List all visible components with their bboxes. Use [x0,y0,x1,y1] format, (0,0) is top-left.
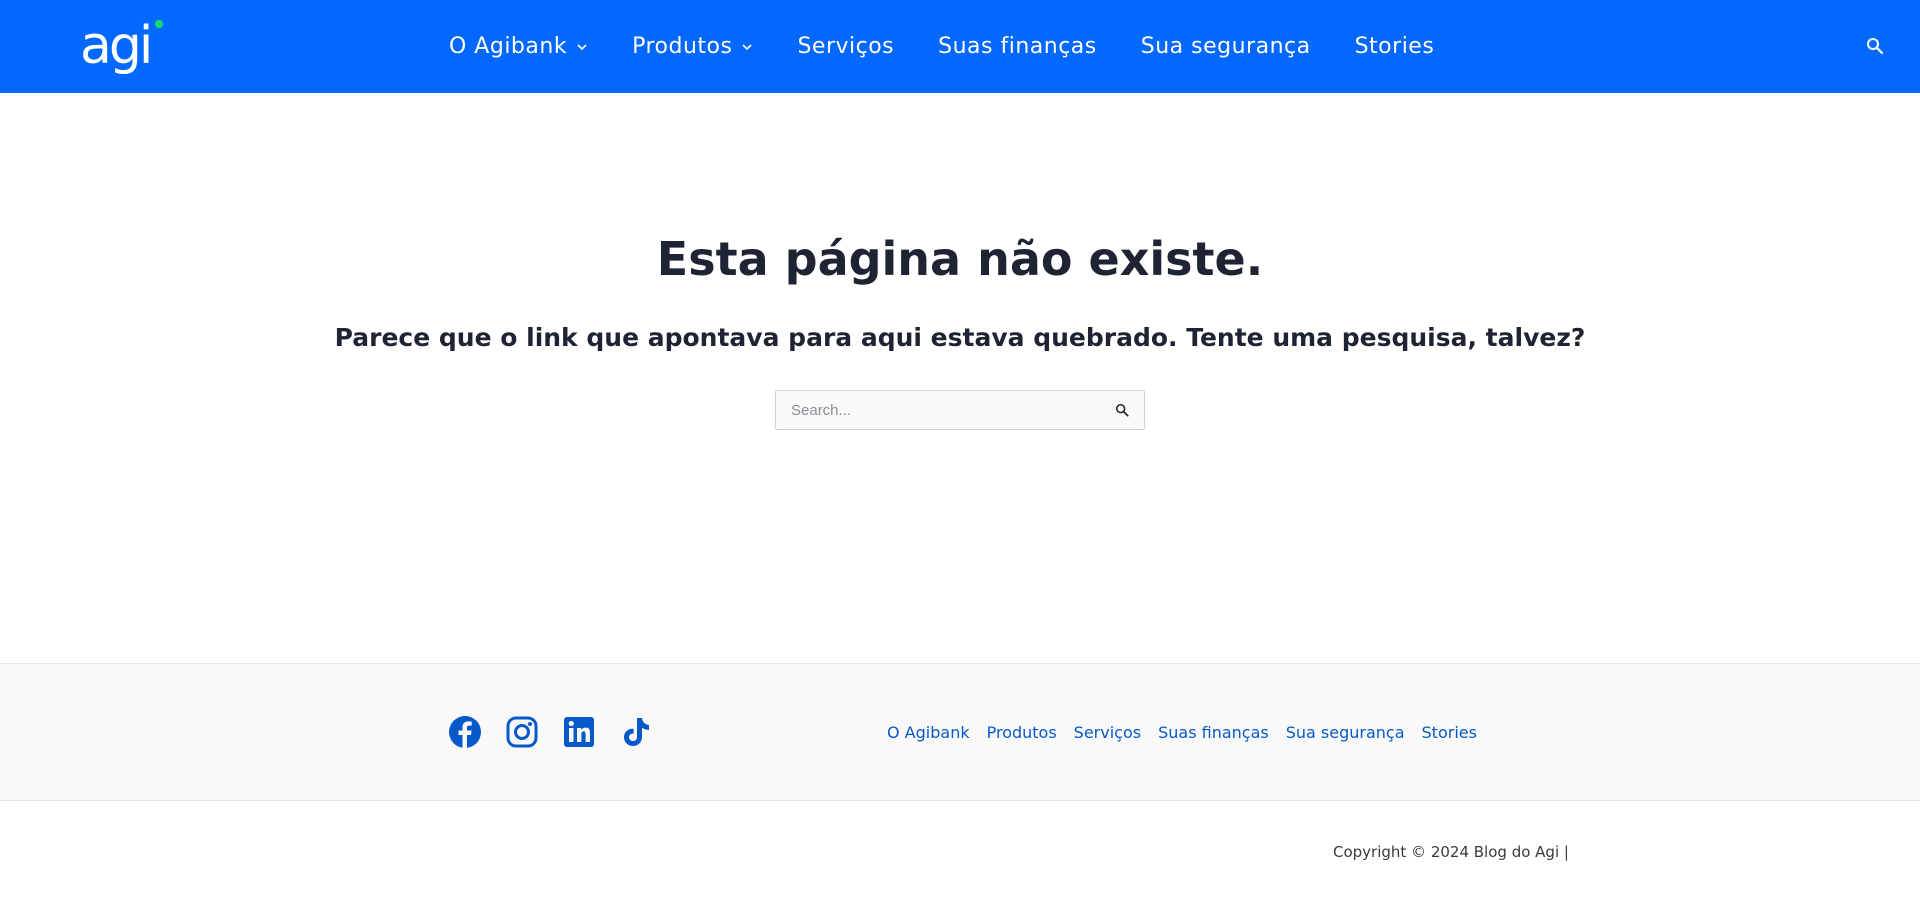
footer-link-servicos[interactable]: Serviços [1074,723,1141,742]
nav-item-o-agibank[interactable]: O Agibank [449,34,588,59]
nav-item-servicos[interactable]: Serviços [797,34,894,59]
footer-top: O Agibank Produtos Serviços Suas finança… [0,663,1920,801]
nav-item-label: Serviços [797,34,895,59]
nav-item-label: Suas finanças [938,34,1097,59]
footer-link-suas-financas[interactable]: Suas finanças [1158,723,1269,742]
page-title: Esta página não existe. [656,232,1264,286]
search-form [775,390,1145,430]
search-submit-button[interactable] [1100,391,1144,429]
tiktok-icon[interactable] [619,715,653,749]
footer-link-o-agibank[interactable]: O Agibank [887,723,970,742]
linkedin-icon[interactable] [562,715,596,749]
social-links [448,715,676,749]
nav-item-suas-financas[interactable]: Suas finanças [938,34,1097,59]
search-input[interactable] [776,391,1100,429]
nav-item-stories[interactable]: Stories [1355,34,1435,59]
footer-link-stories[interactable]: Stories [1422,723,1477,742]
logo-text: agi [80,16,153,76]
footer-link-sua-seguranca[interactable]: Sua segurança [1286,723,1405,742]
instagram-icon[interactable] [505,715,539,749]
search-icon [1115,403,1129,417]
nav-item-sua-seguranca[interactable]: Sua segurança [1141,34,1311,59]
nav-item-label: O Agibank [449,34,568,59]
search-icon[interactable] [1865,36,1885,56]
chevron-down-icon [577,43,587,50]
nav-item-label: Stories [1354,34,1435,59]
nav-item-label: Produtos [632,34,733,59]
copyright-text: Copyright © 2024 Blog do Agi | [1333,843,1569,861]
footer-nav: O Agibank Produtos Serviços Suas finança… [887,723,1494,742]
site-header: agi O Agibank Produtos Serviços Suas fin… [0,0,1920,93]
footer-link-produtos[interactable]: Produtos [987,723,1057,742]
facebook-icon[interactable] [448,715,482,749]
main-nav: O Agibank Produtos Serviços Suas finança… [449,0,1478,93]
nav-item-label: Sua segurança [1140,34,1311,59]
page-subtitle: Parece que o link que apontava para aqui… [334,323,1586,352]
nav-item-produtos[interactable]: Produtos [632,34,753,59]
site-logo[interactable]: agi [80,14,163,78]
logo-dot [155,20,163,28]
chevron-down-icon [742,43,753,50]
